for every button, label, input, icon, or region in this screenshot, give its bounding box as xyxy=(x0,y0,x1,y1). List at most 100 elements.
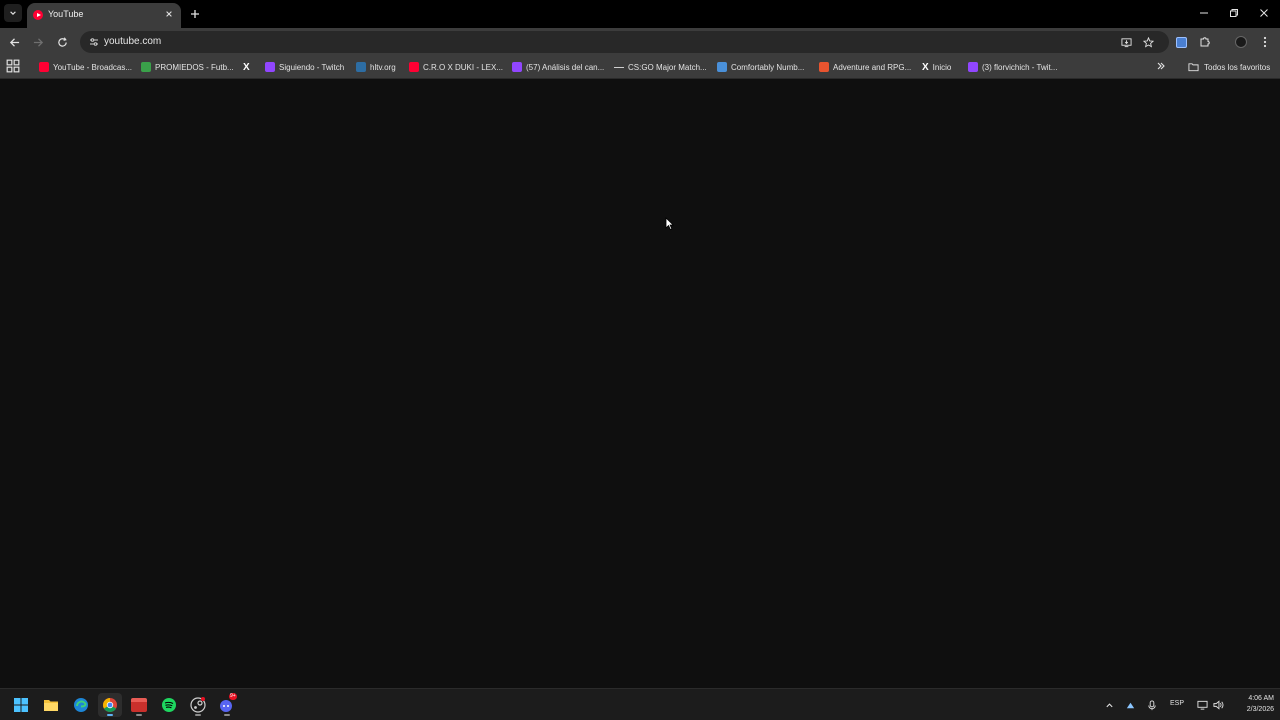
profile-button[interactable] xyxy=(1232,33,1250,51)
doc-icon xyxy=(717,62,727,72)
bookmark-label: Comfortably Numb... xyxy=(731,62,805,72)
taskbar-spotify[interactable] xyxy=(157,693,181,717)
close-icon xyxy=(1260,9,1268,17)
tab-search-button[interactable] xyxy=(4,4,22,22)
install-icon xyxy=(1120,37,1132,47)
all-bookmarks-folder[interactable]: Todos los favoritos xyxy=(1188,58,1270,76)
tab-youtube[interactable]: YouTube xyxy=(27,3,181,28)
bookmark-label: PROMIEDOS - Futb... xyxy=(155,62,234,72)
system-clock[interactable]: 4:06 AM 2/3/2026 xyxy=(1228,693,1274,715)
steam-tray-icon xyxy=(1126,702,1134,708)
steam-icon xyxy=(190,697,206,713)
taskbar-app[interactable] xyxy=(127,693,151,717)
dash-icon xyxy=(614,66,624,68)
promiedos-icon xyxy=(141,62,151,72)
youtube-icon xyxy=(409,62,419,72)
tray-microphone[interactable] xyxy=(1144,697,1160,713)
bookmark-label: YouTube - Broadcas... xyxy=(53,62,133,72)
edge-icon xyxy=(74,698,88,712)
bookmark-item[interactable]: hltv.org xyxy=(356,58,396,76)
back-button[interactable] xyxy=(5,33,23,51)
forward-button[interactable] xyxy=(29,33,47,51)
mouse-cursor-icon xyxy=(665,217,674,231)
reload-button[interactable] xyxy=(53,33,71,51)
more-bookmarks-button[interactable] xyxy=(1154,59,1168,73)
bookmark-label: Adventure and RPG... xyxy=(833,62,912,72)
minimize-icon xyxy=(1200,12,1208,14)
taskbar-chrome[interactable] xyxy=(98,693,122,717)
clock-date: 2/3/2026 xyxy=(1246,706,1274,713)
bookmark-item[interactable]: X xyxy=(243,58,250,76)
taskbar-file-explorer[interactable] xyxy=(39,693,63,717)
taskbar-edge[interactable] xyxy=(69,693,93,717)
new-tab-button[interactable] xyxy=(186,5,204,23)
more-vertical-icon xyxy=(1263,36,1267,48)
chevron-double-right-icon xyxy=(1157,62,1165,70)
game-icon xyxy=(819,62,829,72)
file-explorer-icon xyxy=(44,700,58,711)
bookmark-star-button[interactable] xyxy=(1140,34,1156,50)
bookmark-item[interactable]: Comfortably Numb... xyxy=(717,58,804,76)
bookmark-item[interactable]: (3) florvichich - Twit... xyxy=(968,58,1057,76)
hltv-icon xyxy=(356,62,366,72)
bookmark-item[interactable]: (57) Análisis del can... xyxy=(512,58,604,76)
running-indicator xyxy=(224,714,230,716)
bookmark-label: C.R.O X DUKI - LEX... xyxy=(423,62,504,72)
restore-icon xyxy=(1230,9,1238,17)
windows-start-icon xyxy=(14,698,28,712)
x-icon: X xyxy=(922,61,929,73)
network-icon xyxy=(1196,700,1208,710)
arrow-left-icon xyxy=(9,37,19,47)
bookmark-item[interactable]: YouTube - Broadcas... xyxy=(39,58,132,76)
tab-close-button[interactable] xyxy=(162,7,176,21)
install-app-button[interactable] xyxy=(1118,34,1134,50)
minimize-button[interactable] xyxy=(1190,4,1218,22)
page-content xyxy=(0,80,1280,688)
bookmark-label: Siguiendo - Twitch xyxy=(279,62,345,72)
twitch-icon xyxy=(968,62,978,72)
reload-icon xyxy=(57,36,67,47)
address-bar[interactable]: youtube.com xyxy=(80,31,1169,53)
tune-icon xyxy=(90,38,98,46)
arrow-right-icon xyxy=(33,37,43,47)
bookmark-item[interactable]: X Inicio xyxy=(922,58,951,76)
extensions-menu-button[interactable] xyxy=(1196,33,1214,51)
bookmark-label: (57) Análisis del can... xyxy=(526,62,605,72)
restore-button[interactable] xyxy=(1220,4,1248,22)
running-indicator xyxy=(136,714,142,716)
bookmark-item[interactable]: PROMIEDOS - Futb... xyxy=(141,58,234,76)
chrome-icon xyxy=(103,698,117,712)
tray-volume[interactable] xyxy=(1210,697,1226,713)
clock-time: 4:06 AM xyxy=(1248,695,1274,702)
active-indicator xyxy=(107,714,113,716)
tray-network[interactable] xyxy=(1194,697,1210,713)
youtube-icon xyxy=(39,62,49,72)
plus-icon xyxy=(191,10,199,18)
twitch-icon xyxy=(265,62,275,72)
avatar xyxy=(1235,36,1247,48)
apps-grid-icon[interactable] xyxy=(6,59,20,73)
app-icon xyxy=(131,698,147,712)
taskbar-steam[interactable] xyxy=(186,693,210,717)
extension-button[interactable] xyxy=(1172,33,1190,51)
bookmark-item[interactable]: C.R.O X DUKI - LEX... xyxy=(409,58,503,76)
bookmark-item[interactable]: Adventure and RPG... xyxy=(819,58,911,76)
running-indicator xyxy=(195,714,201,716)
tab-strip: YouTube xyxy=(0,0,1280,28)
browser-menu-button[interactable] xyxy=(1256,33,1274,51)
close-icon xyxy=(166,11,172,17)
bookmarks-bar: YouTube - Broadcas... PROMIEDOS - Futb..… xyxy=(0,56,1280,79)
start-button[interactable] xyxy=(9,693,33,717)
site-info-button[interactable] xyxy=(86,34,102,50)
twitch-icon xyxy=(512,62,522,72)
url-text: youtube.com xyxy=(104,36,162,47)
tray-steam[interactable] xyxy=(1122,697,1138,713)
x-icon: X xyxy=(243,61,250,73)
tab-title: YouTube xyxy=(48,9,84,19)
close-window-button[interactable] xyxy=(1250,4,1278,22)
bookmark-item[interactable]: CS:GO Major Match... xyxy=(614,58,707,76)
taskbar-discord[interactable]: 9+ xyxy=(215,693,239,717)
tray-overflow-button[interactable] xyxy=(1101,697,1117,713)
bookmark-item[interactable]: Siguiendo - Twitch xyxy=(265,58,344,76)
language-indicator[interactable]: ESP xyxy=(1170,700,1184,707)
